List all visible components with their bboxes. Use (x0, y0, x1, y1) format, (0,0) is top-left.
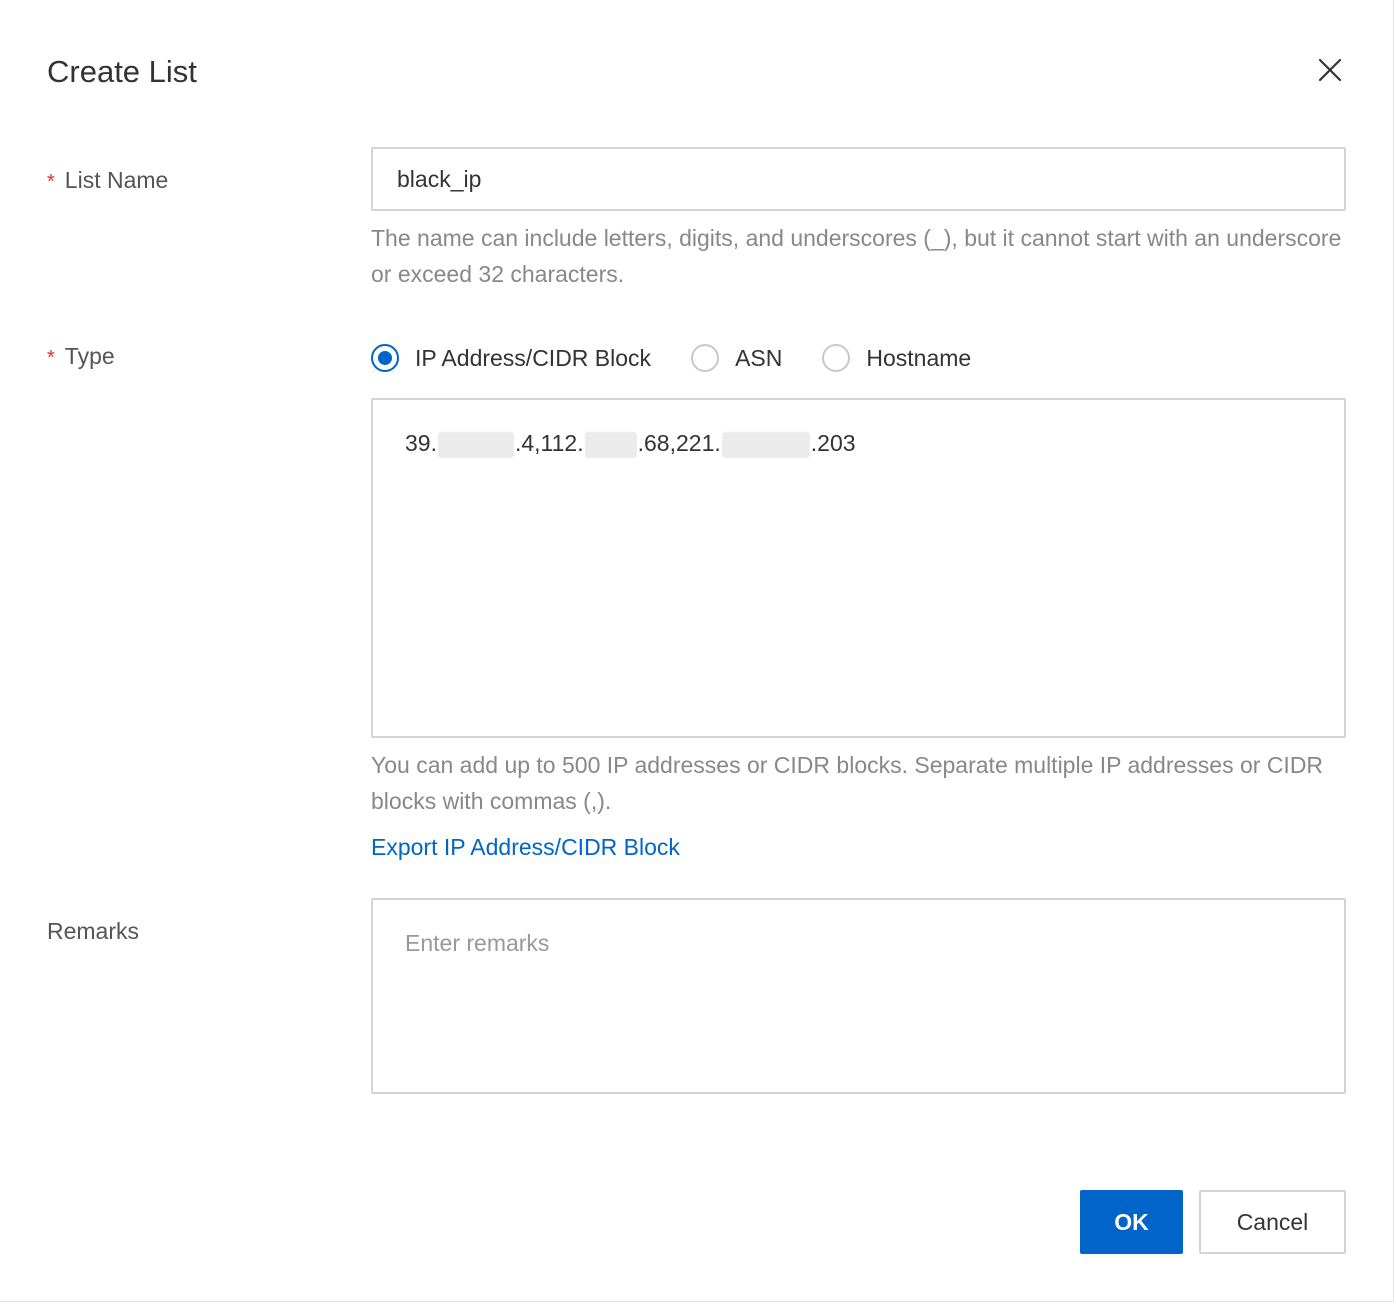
export-ip-link[interactable]: Export IP Address/CIDR Block (371, 832, 680, 862)
radio-ip-address[interactable]: IP Address/CIDR Block (371, 344, 651, 372)
radio-hostname[interactable]: Hostname (822, 344, 971, 372)
close-icon (1318, 58, 1342, 82)
type-label: * Type (47, 341, 115, 373)
remarks-textarea[interactable] (371, 898, 1346, 1094)
remarks-label: Remarks (47, 918, 140, 944)
required-mark: * (47, 347, 55, 369)
dialog-title: Create List (47, 54, 197, 89)
required-mark: * (47, 171, 55, 193)
close-button[interactable] (1312, 52, 1348, 88)
ip-address-help: You can add up to 500 IP addresses or CI… (371, 752, 1324, 814)
list-name-help: The name can include letters, digits, an… (371, 225, 1342, 287)
list-name-input[interactable] (371, 147, 1346, 211)
radio-unchecked-icon[interactable] (691, 344, 720, 372)
type-radio-group: IP Address/CIDR Block ASN Hostname (371, 341, 1011, 375)
type-label-text: Type (64, 343, 115, 369)
list-name-label-text: List Name (64, 167, 169, 193)
radio-ip-address-label: IP Address/CIDR Block (415, 344, 652, 371)
ok-button[interactable]: OK (1080, 1190, 1183, 1254)
list-name-label: * List Name (47, 165, 168, 197)
radio-checked-icon[interactable] (371, 344, 399, 372)
create-list-dialog: Create List * List Name The name can incl… (0, 0, 1394, 1302)
radio-asn-label: ASN (735, 344, 783, 371)
radio-hostname-label: Hostname (866, 344, 972, 371)
radio-asn[interactable]: ASN (691, 344, 782, 372)
ip-address-textarea[interactable] (371, 398, 1346, 738)
radio-unchecked-icon[interactable] (822, 344, 851, 372)
cancel-button[interactable]: Cancel (1199, 1190, 1346, 1254)
